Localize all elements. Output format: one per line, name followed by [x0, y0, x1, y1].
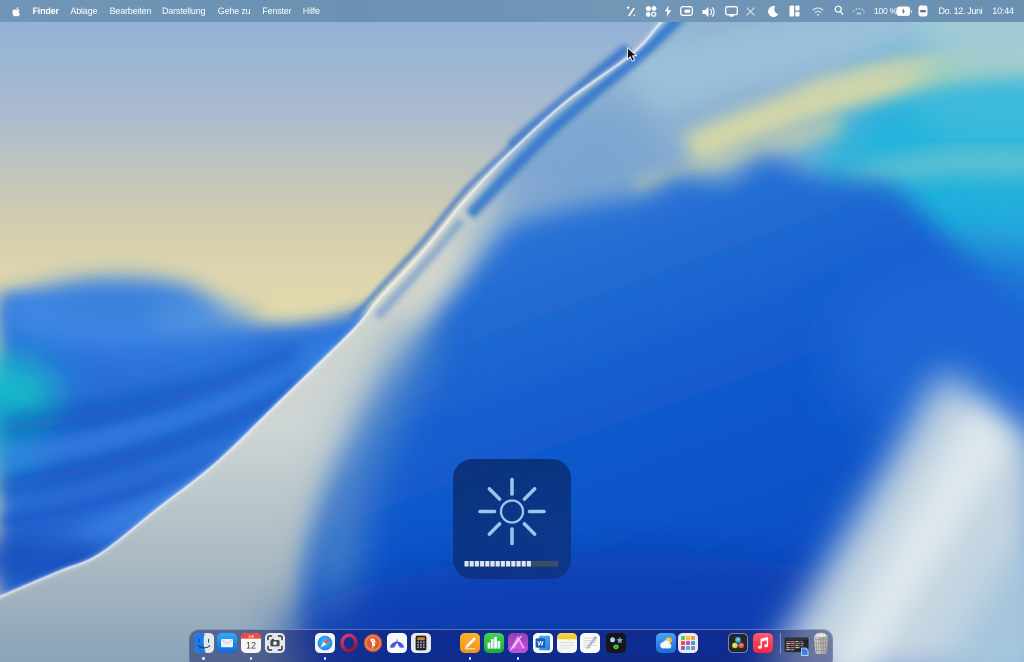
svg-text:W: W: [537, 640, 544, 647]
svg-text:12: 12: [246, 641, 256, 651]
svg-text:JUN: JUN: [248, 634, 254, 638]
